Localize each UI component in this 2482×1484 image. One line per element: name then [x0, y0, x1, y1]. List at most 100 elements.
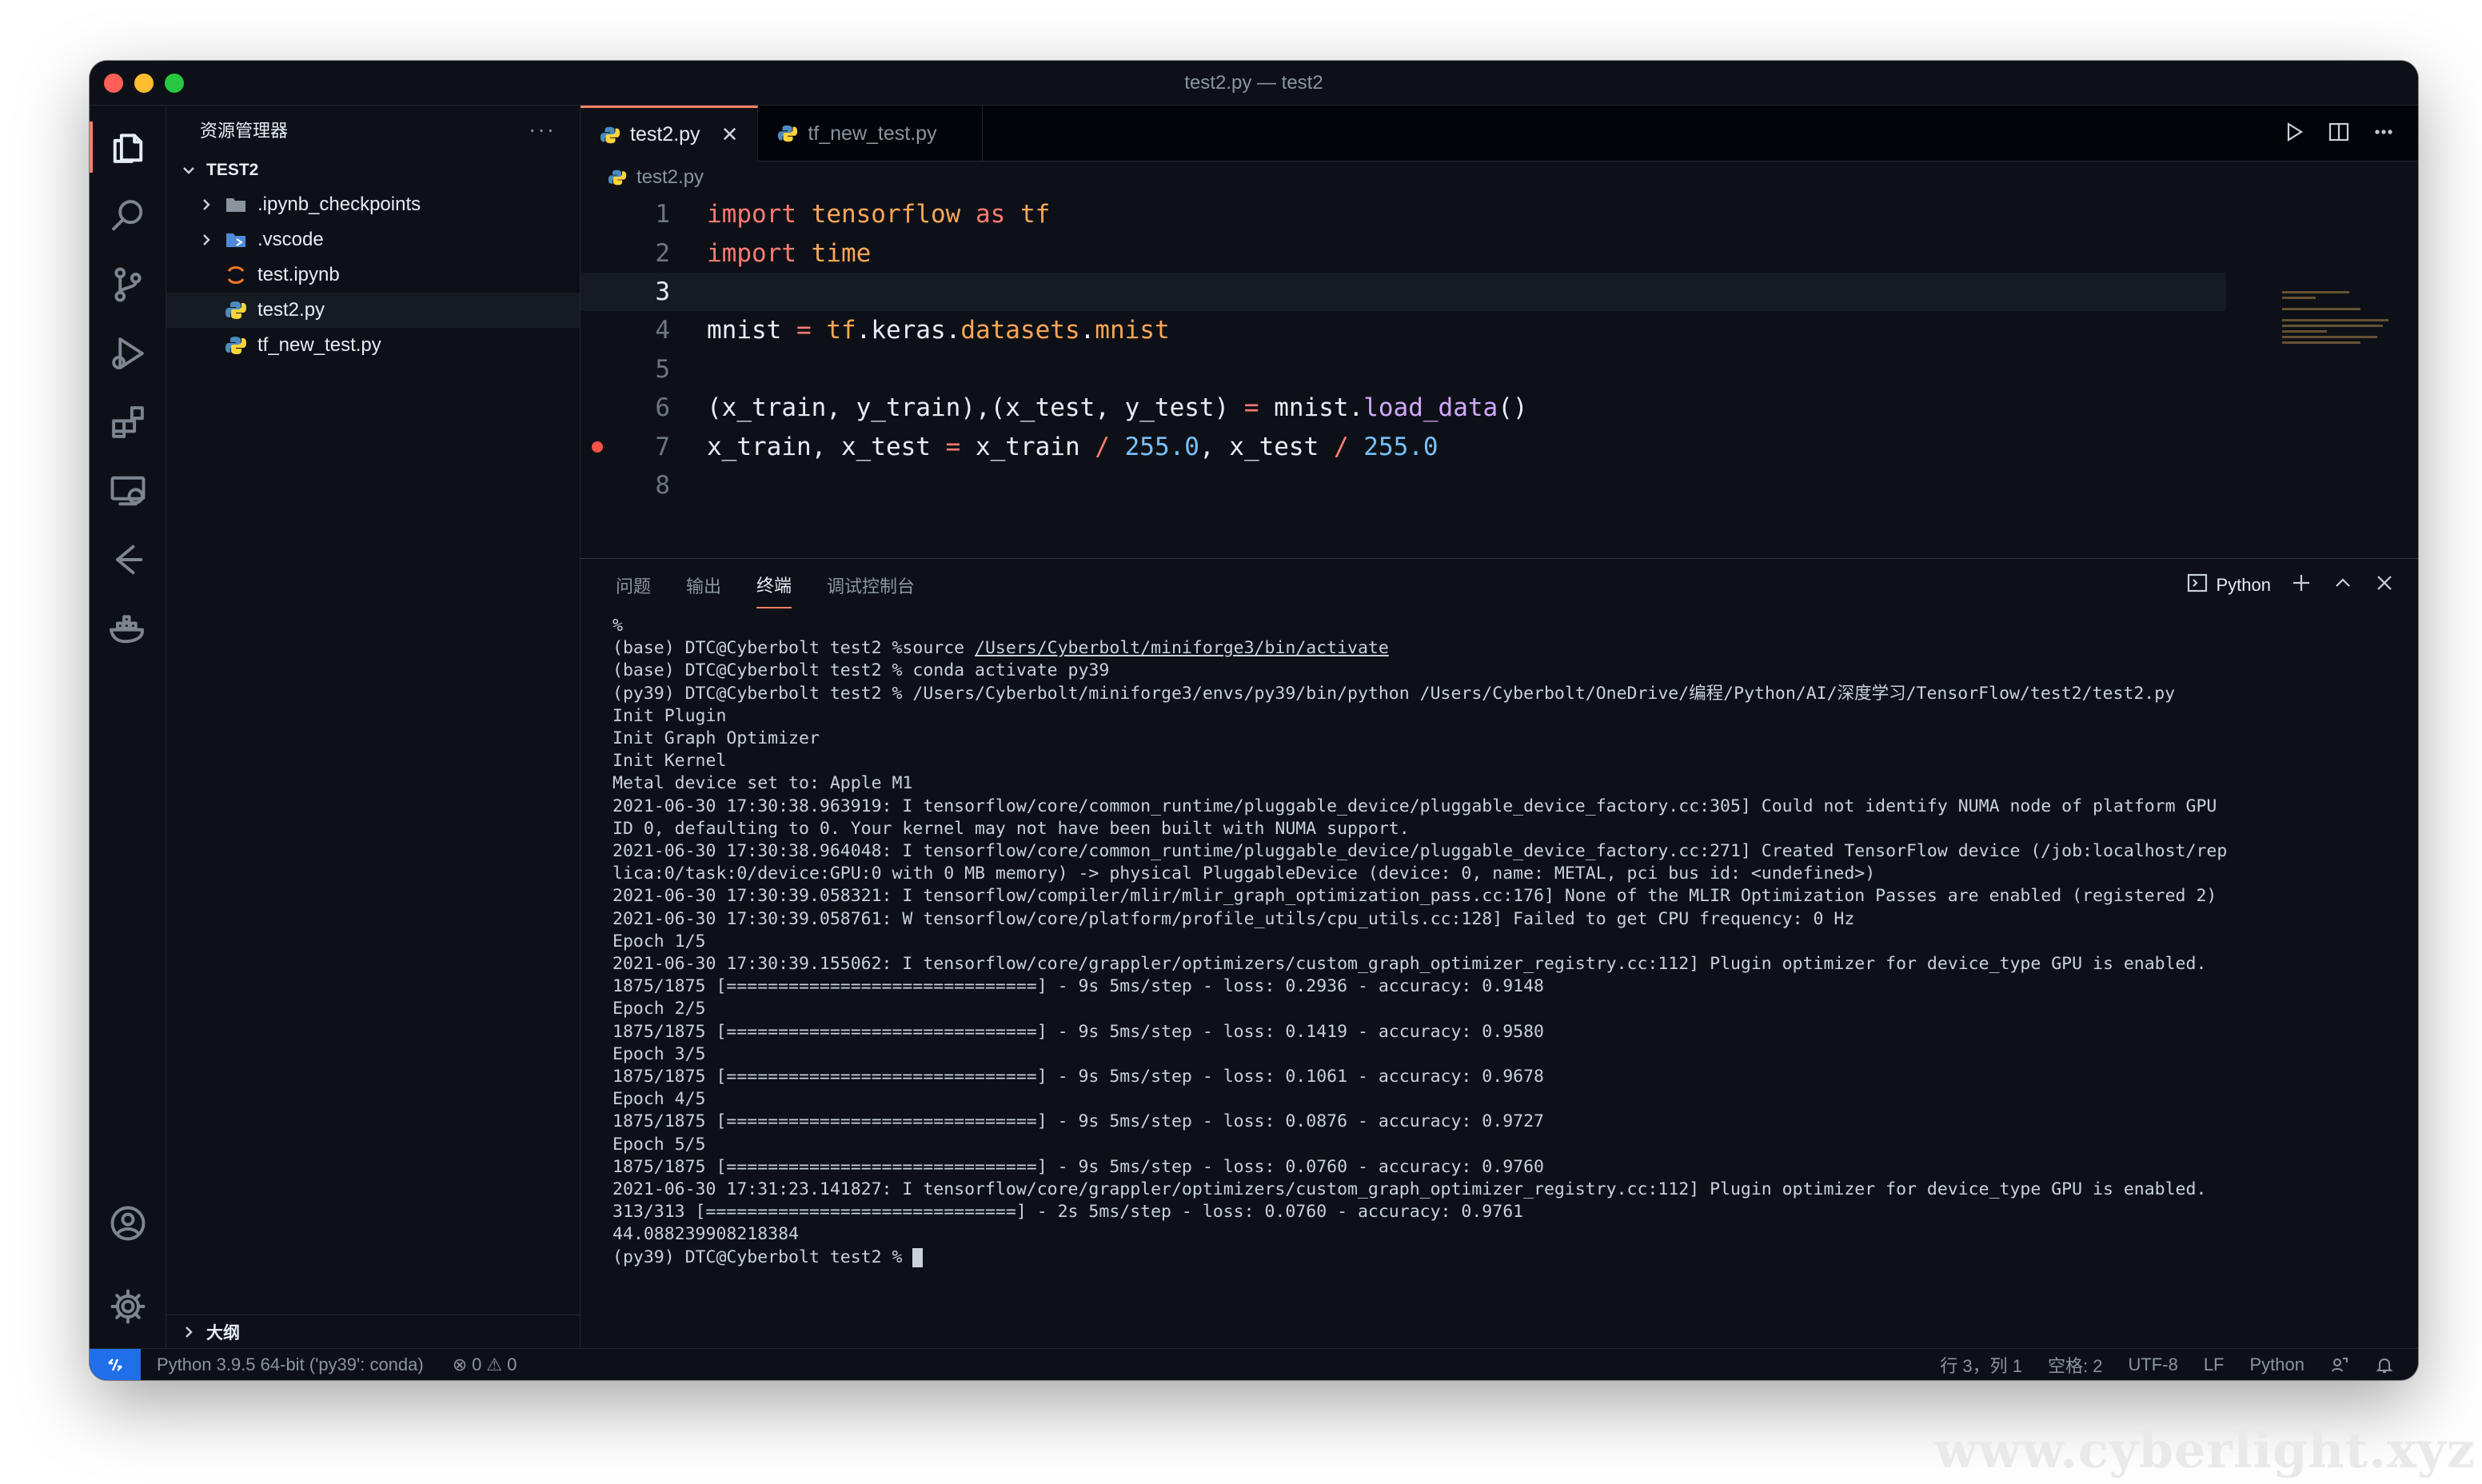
- tree-item-label: .ipynb_checkpoints: [257, 193, 421, 215]
- extensions-icon[interactable]: [90, 389, 166, 456]
- tree-item-tf-new-test-py[interactable]: tf_new_test.py: [166, 328, 580, 363]
- terminal-line: 1875/1875 [=============================…: [613, 1067, 1544, 1087]
- language-mode[interactable]: Python: [2250, 1354, 2305, 1375]
- line-number: 4: [655, 316, 670, 345]
- tab-terminal[interactable]: 终端: [756, 562, 792, 608]
- editor-area: test2.py ✕ tf_new_test.py test2.py 1 imp…: [581, 106, 2418, 1348]
- remote-explorer-icon[interactable]: [90, 457, 166, 525]
- python-file-icon: [224, 333, 248, 357]
- search-icon[interactable]: [90, 182, 166, 249]
- explorer-icon[interactable]: [90, 114, 166, 181]
- end-of-line[interactable]: LF: [2204, 1354, 2225, 1375]
- tab-problems[interactable]: 问题: [616, 563, 651, 608]
- tree-item-label: test2.py: [257, 299, 325, 321]
- terminal-line: 2021-06-30 17:30:39.058321: I tensorflow…: [613, 886, 2217, 907]
- minimize-window-button[interactable]: [134, 74, 154, 93]
- tab-label: test2.py: [630, 123, 700, 146]
- breadcrumb[interactable]: test2.py: [581, 162, 2418, 193]
- settings-gear-icon[interactable]: [90, 1273, 166, 1340]
- zoom-window-button[interactable]: [165, 74, 184, 93]
- tree-item-test-ipynb[interactable]: test.ipynb: [166, 257, 580, 293]
- tree-item-ipynb-checkpoints[interactable]: .ipynb_checkpoints: [166, 187, 580, 222]
- terminal-line: Metal device set to: Apple M1: [613, 773, 913, 794]
- terminal-name: Python: [2216, 575, 2272, 595]
- new-terminal-icon[interactable]: [2290, 572, 2312, 599]
- notifications-bell-icon[interactable]: [2375, 1355, 2394, 1374]
- breadcrumb-file: test2.py: [636, 166, 704, 188]
- error-icon: ⊗: [452, 1354, 468, 1374]
- feedback-icon[interactable]: [2330, 1355, 2349, 1374]
- close-tab-icon[interactable]: ✕: [721, 122, 739, 147]
- status-right: 行 3，列 1 空格: 2 UTF-8 LF Python: [1940, 1352, 2418, 1378]
- terminal-line: 1875/1875 [=============================…: [613, 1156, 1544, 1177]
- python-file-icon: [600, 125, 620, 146]
- tab-test2-py[interactable]: test2.py ✕: [581, 106, 759, 162]
- title-bar: test2.py — test2: [90, 61, 2418, 106]
- code-text: import time: [707, 238, 872, 268]
- code-line: 2 import time: [581, 233, 2418, 272]
- terminal-prompt: (py39) DTC@Cyberbolt test2 %: [613, 1247, 913, 1267]
- split-editor-icon[interactable]: [2327, 120, 2351, 148]
- terminal-line: 1875/1875 [=============================…: [613, 976, 1544, 997]
- tree-item-vscode[interactable]: .vscode: [166, 222, 580, 257]
- line-number: 5: [655, 354, 670, 384]
- tab-debug-console[interactable]: 调试控制台: [827, 563, 915, 608]
- error-count: 0: [472, 1354, 482, 1374]
- account-icon[interactable]: [90, 1190, 166, 1257]
- outline-section[interactable]: 大纲: [166, 1314, 580, 1348]
- terminal-output[interactable]: % (base) DTC@Cyberbolt test2 %source /Use…: [581, 612, 2418, 1272]
- terminal-line: Epoch 4/5: [613, 1089, 706, 1110]
- problems-indicator[interactable]: ⊗ 0 ⚠ 0: [453, 1354, 517, 1375]
- line-number: 1: [655, 200, 670, 229]
- tree-item-test2-py[interactable]: test2.py: [166, 293, 580, 328]
- line-number: 8: [655, 470, 670, 500]
- more-actions-icon[interactable]: [2372, 120, 2396, 148]
- close-panel-icon[interactable]: [2373, 572, 2396, 599]
- editor-actions: [2282, 106, 2396, 162]
- code-line: 6 (x_train, y_train),(x_test, y_test) = …: [581, 389, 2418, 427]
- terminal-selector[interactable]: Python: [2186, 572, 2272, 599]
- panel-actions: Python: [2186, 559, 2396, 612]
- minimap[interactable]: [2282, 291, 2394, 411]
- jupyter-icon: [224, 263, 248, 287]
- bottom-panel: 问题 输出 终端 调试控制台 Python % (base) DTC@Cyberb…: [581, 558, 2418, 1348]
- status-bar: Python 3.9.5 64-bit ('py39': conda) ⊗ 0 …: [90, 1348, 2418, 1380]
- run-debug-icon[interactable]: [90, 320, 166, 387]
- run-file-icon[interactable]: [2282, 120, 2306, 148]
- python-interpreter[interactable]: Python 3.9.5 64-bit ('py39': conda): [157, 1354, 424, 1375]
- code-line: 7 x_train, x_test = x_train / 255.0, x_t…: [581, 427, 2418, 465]
- explorer-title: 资源管理器: [200, 121, 289, 141]
- activity-bar: [90, 106, 166, 1348]
- chevron-right-icon: [195, 193, 217, 216]
- encoding[interactable]: UTF-8: [2128, 1354, 2177, 1375]
- terminal-icon: [2186, 572, 2209, 599]
- terminal-line: 2021-06-30 17:31:23.141827: I tensorflow…: [613, 1179, 2207, 1200]
- terminal-line: Init Kernel: [613, 751, 727, 772]
- breakpoint-icon[interactable]: [592, 441, 603, 453]
- explorer-header: 资源管理器 ···: [166, 106, 580, 154]
- gitlens-icon[interactable]: [90, 526, 166, 593]
- tree-item-label: .vscode: [257, 229, 324, 250]
- remote-indicator[interactable]: [90, 1348, 141, 1380]
- python-file-icon: [224, 298, 248, 322]
- more-actions-button[interactable]: ···: [529, 117, 556, 142]
- cursor-position[interactable]: 行 3，列 1: [1940, 1352, 2022, 1378]
- close-window-button[interactable]: [104, 74, 123, 93]
- workspace-folder[interactable]: TEST2: [166, 154, 580, 187]
- maximize-panel-icon[interactable]: [2332, 572, 2354, 599]
- indentation[interactable]: 空格: 2: [2048, 1352, 2102, 1378]
- code-text: (x_train, y_train),(x_test, y_test) = mn…: [707, 393, 1528, 423]
- source-control-icon[interactable]: [90, 251, 166, 318]
- vscode-folder-icon: [224, 228, 248, 252]
- tab-tf-new-test-py[interactable]: tf_new_test.py: [758, 106, 983, 162]
- terminal-line: 2021-06-30 17:30:38.963919: I tensorflow…: [613, 796, 2217, 816]
- code-editor[interactable]: 1 import tensorflow as tf 2 import time …: [581, 195, 2418, 512]
- line-number: 2: [655, 238, 670, 268]
- code-text: import tensorflow as tf: [707, 200, 1051, 229]
- terminal-line: Init Plugin: [613, 705, 727, 726]
- docker-icon[interactable]: [90, 595, 166, 662]
- status-left: Python 3.9.5 64-bit ('py39': conda) ⊗ 0 …: [141, 1354, 517, 1375]
- tab-output[interactable]: 输出: [686, 563, 721, 608]
- code-text: mnist = tf.keras.datasets.mnist: [707, 316, 1170, 345]
- terminal-line: 2021-06-30 17:30:39.058761: W tensorflow…: [613, 908, 1855, 929]
